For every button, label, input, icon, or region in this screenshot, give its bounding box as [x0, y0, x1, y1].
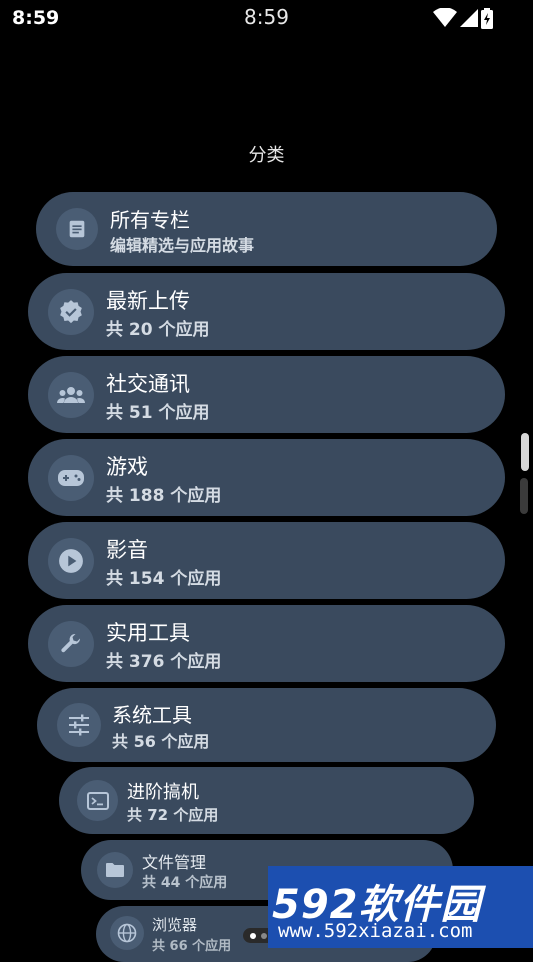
terminal-icon — [77, 780, 118, 821]
battery-icon — [481, 8, 493, 29]
watermark-url: www.592xiazai.com — [278, 920, 473, 942]
wrench-icon — [48, 621, 94, 667]
page-title: 分类 — [248, 145, 285, 166]
category-title: 所有专栏 — [110, 208, 190, 232]
play-circle-icon — [48, 538, 94, 584]
category-card-utilities[interactable]: 实用工具 共 376 个应用 — [28, 605, 505, 682]
category-title: 文件管理 — [142, 853, 207, 872]
category-subtitle: 共 66 个应用 — [152, 939, 232, 954]
page-dot — [261, 933, 267, 939]
status-bar: 8:59 8:59 — [0, 0, 533, 36]
gamepad-icon — [48, 455, 94, 501]
category-card-games[interactable]: 游戏 共 188 个应用 — [28, 439, 505, 516]
category-card-latest[interactable]: 最新上传 共 20 个应用 — [28, 273, 505, 350]
category-subtitle: 共 20 个应用 — [106, 320, 210, 340]
category-subtitle: 共 72 个应用 — [127, 806, 219, 824]
category-title: 浏览器 — [152, 916, 198, 934]
category-subtitle: 编辑精选与应用故事 — [110, 236, 255, 255]
category-title: 系统工具 — [112, 703, 192, 727]
folder-icon — [97, 852, 133, 888]
category-title: 实用工具 — [106, 621, 190, 645]
category-title: 社交通讯 — [106, 372, 190, 396]
signal-icon — [460, 9, 478, 27]
category-card-social[interactable]: 社交通讯 共 51 个应用 — [28, 356, 505, 433]
category-subtitle: 共 51 个应用 — [106, 403, 210, 423]
category-card-media[interactable]: 影音 共 154 个应用 — [28, 522, 505, 599]
category-card-advanced[interactable]: 进阶搞机 共 72 个应用 — [59, 767, 474, 834]
category-card-system-tools[interactable]: 系统工具 共 56 个应用 — [37, 688, 496, 762]
scrollbar-track — [520, 478, 528, 514]
verified-badge-icon — [48, 289, 94, 335]
category-subtitle: 共 56 个应用 — [112, 732, 210, 751]
category-card-columns[interactable]: 所有专栏 编辑精选与应用故事 — [36, 192, 497, 266]
status-icons — [433, 8, 493, 30]
wifi-icon — [433, 8, 457, 27]
globe-icon — [110, 916, 144, 950]
category-subtitle: 共 154 个应用 — [106, 569, 222, 589]
page-dot-active — [250, 933, 256, 939]
category-title: 影音 — [106, 538, 148, 562]
category-subtitle: 共 188 个应用 — [106, 486, 222, 506]
people-group-icon — [48, 372, 94, 418]
category-title: 游戏 — [106, 455, 148, 479]
sliders-icon — [57, 703, 101, 747]
category-title: 进阶搞机 — [127, 782, 199, 803]
scrollbar-thumb[interactable] — [521, 433, 529, 471]
category-subtitle: 共 44 个应用 — [142, 875, 228, 891]
article-icon — [56, 208, 98, 250]
category-subtitle: 共 376 个应用 — [106, 652, 222, 672]
watermark: 592软件园 www.592xiazai.com — [268, 866, 533, 948]
category-title: 最新上传 — [106, 289, 190, 313]
